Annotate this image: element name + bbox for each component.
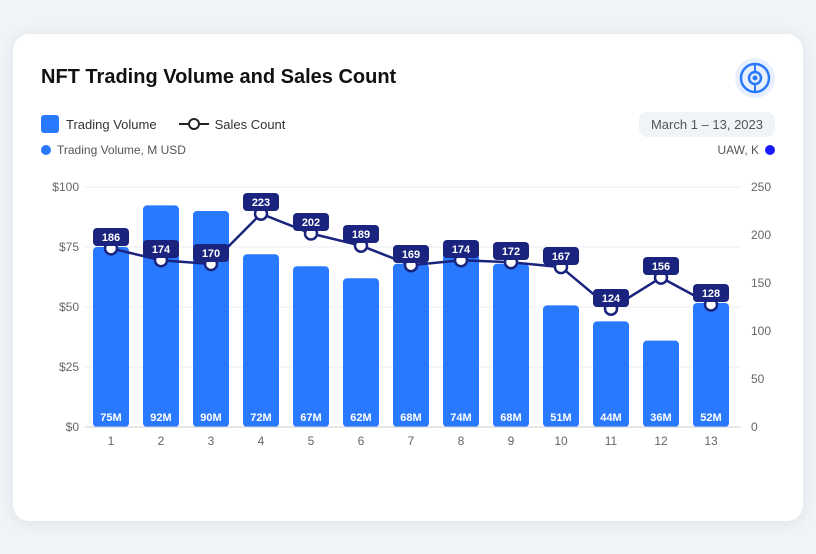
svg-text:170: 170: [202, 248, 220, 260]
dot-blue-filled-left: [41, 145, 51, 155]
chart-title: NFT Trading Volume and Sales Count: [41, 66, 396, 89]
y-left-axis-label: Trading Volume, M USD: [41, 143, 186, 157]
svg-text:36M: 36M: [650, 412, 671, 424]
svg-text:2: 2: [158, 434, 165, 448]
svg-text:3: 3: [208, 434, 215, 448]
svg-text:72M: 72M: [250, 412, 271, 424]
svg-text:5: 5: [308, 434, 315, 448]
date-range-badge: March 1 – 13, 2023: [639, 112, 775, 137]
svg-text:6: 6: [358, 434, 365, 448]
bar-8: [443, 249, 479, 427]
axis-labels-row: Trading Volume, M USD UAW, K: [41, 143, 775, 157]
bar-1: [93, 247, 129, 427]
chart-area: $100 $75 $50 $25 $0 250 200 150 100 50 0…: [41, 161, 775, 501]
svg-text:$75: $75: [59, 240, 79, 254]
svg-text:150: 150: [751, 276, 771, 290]
svg-text:$0: $0: [66, 420, 80, 434]
svg-text:250: 250: [751, 180, 771, 194]
svg-text:11: 11: [605, 434, 618, 448]
bar-2: [143, 205, 179, 427]
legend-sales-count: Sales Count: [177, 116, 286, 132]
svg-text:10: 10: [554, 434, 568, 448]
bar-5: [293, 266, 329, 427]
svg-text:174: 174: [152, 244, 171, 256]
svg-text:$25: $25: [59, 360, 79, 374]
bar-3: [193, 211, 229, 427]
chart-card: NFT Trading Volume and Sales Count Tradi…: [13, 34, 803, 521]
legend-trading-volume: Trading Volume: [41, 115, 157, 133]
chart-header: NFT Trading Volume and Sales Count: [41, 58, 775, 98]
legend-trading-volume-label: Trading Volume: [66, 117, 157, 132]
svg-text:52M: 52M: [700, 412, 721, 424]
svg-text:156: 156: [652, 261, 670, 273]
svg-text:128: 128: [702, 288, 720, 300]
svg-text:186: 186: [102, 232, 120, 244]
svg-text:200: 200: [751, 228, 771, 242]
svg-text:68M: 68M: [400, 412, 421, 424]
bar-7: [393, 263, 429, 426]
svg-text:8: 8: [458, 434, 465, 448]
svg-text:92M: 92M: [150, 412, 171, 424]
svg-text:90M: 90M: [200, 412, 221, 424]
svg-text:$50: $50: [59, 300, 79, 314]
svg-text:74M: 74M: [450, 412, 471, 424]
bar-6: [343, 278, 379, 427]
svg-text:9: 9: [508, 434, 515, 448]
svg-text:1: 1: [108, 434, 115, 448]
y-right-label-text: UAW, K: [717, 143, 759, 157]
svg-text:223: 223: [252, 197, 270, 209]
svg-text:174: 174: [452, 244, 471, 256]
legend-trading-volume-box: [41, 115, 59, 133]
svg-text:51M: 51M: [550, 412, 571, 424]
svg-text:62M: 62M: [350, 412, 371, 424]
y-left-label-text: Trading Volume, M USD: [57, 143, 186, 157]
svg-text:68M: 68M: [500, 412, 521, 424]
bar-10: [543, 305, 579, 427]
svg-text:7: 7: [408, 434, 415, 448]
dot-blue-filled-right: [765, 145, 775, 155]
bar-9: [493, 263, 529, 426]
svg-text:167: 167: [552, 251, 570, 263]
svg-text:67M: 67M: [300, 412, 321, 424]
svg-text:124: 124: [602, 293, 621, 305]
bar-13: [693, 303, 729, 427]
svg-text:4: 4: [258, 434, 265, 448]
svg-text:44M: 44M: [600, 412, 621, 424]
svg-text:13: 13: [704, 434, 718, 448]
svg-text:$100: $100: [52, 180, 79, 194]
logo-icon: [735, 58, 775, 98]
legend-row: Trading Volume Sales Count March 1 – 13,…: [41, 112, 775, 137]
legend-sales-count-icon: [177, 116, 211, 132]
svg-text:50: 50: [751, 372, 765, 386]
chart-svg: $100 $75 $50 $25 $0 250 200 150 100 50 0…: [41, 161, 775, 501]
bar-4: [243, 254, 279, 427]
y-right-axis-label: UAW, K: [717, 143, 775, 157]
svg-text:202: 202: [302, 217, 320, 229]
svg-text:189: 189: [352, 229, 370, 241]
legend-sales-count-label: Sales Count: [215, 117, 286, 132]
svg-text:75M: 75M: [100, 412, 121, 424]
legend-left: Trading Volume Sales Count: [41, 115, 285, 133]
svg-text:172: 172: [502, 246, 520, 258]
svg-text:12: 12: [654, 434, 668, 448]
svg-text:100: 100: [751, 324, 771, 338]
svg-text:0: 0: [751, 420, 758, 434]
svg-text:169: 169: [402, 249, 420, 261]
